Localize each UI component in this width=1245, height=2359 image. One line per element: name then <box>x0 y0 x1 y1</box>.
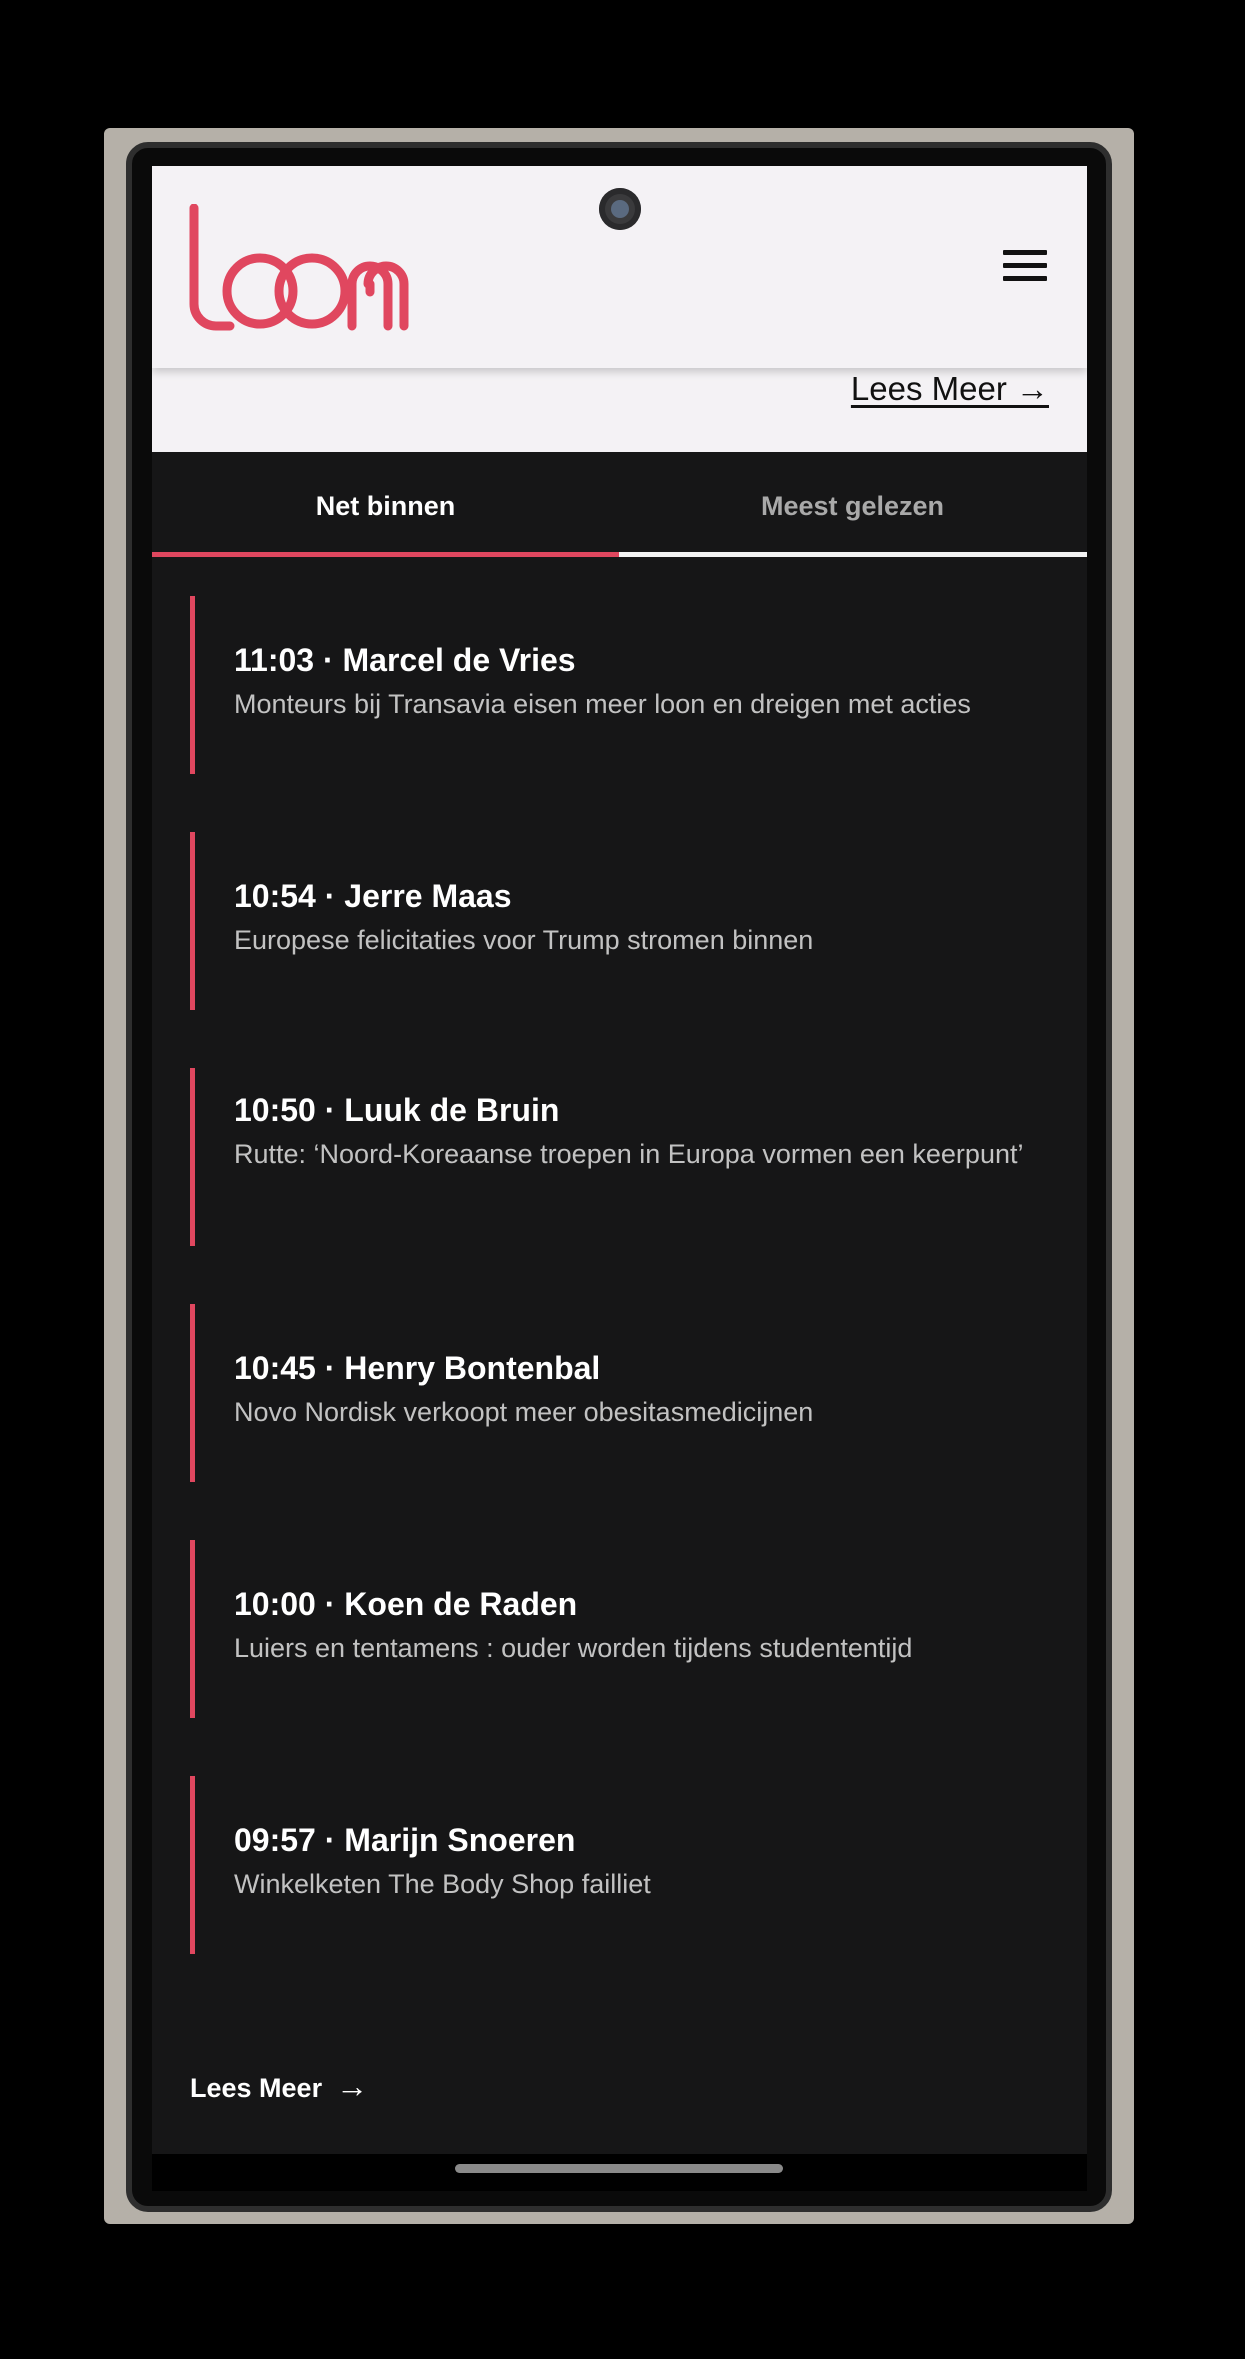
tab-bar: Net binnen Meest gelezen <box>152 452 1087 560</box>
tab-net-binnen[interactable]: Net binnen <box>152 452 619 560</box>
news-accent-bar <box>190 1776 195 1954</box>
news-headline: 10:50 · Luuk de Bruin <box>234 1092 560 1128</box>
read-more-button[interactable]: Lees Meer → <box>190 2068 368 2105</box>
tab-active-indicator <box>152 552 619 557</box>
app-header <box>152 166 1087 368</box>
news-accent-bar <box>190 832 195 1010</box>
news-item[interactable]: 10:54 · Jerre Maas Europese felicitaties… <box>190 832 1050 1010</box>
news-summary: Europese felicitaties voor Trump stromen… <box>234 925 814 955</box>
loom-logo[interactable] <box>188 204 410 332</box>
news-headline: 10:00 · Koen de Raden <box>234 1586 578 1622</box>
featured-read-more-link[interactable]: Lees Meer → <box>851 370 1049 408</box>
arrow-right-icon: → <box>336 2068 369 2104</box>
news-accent-bar <box>190 596 195 774</box>
news-headline: 10:54 · Jerre Maas <box>234 878 512 914</box>
news-summary: Novo Nordisk verkoopt meer obesitasmedic… <box>234 1397 814 1427</box>
news-item[interactable]: 09:57 · Marijn Snoeren Winkelketen The B… <box>190 1776 1050 1954</box>
news-accent-bar <box>190 1540 195 1718</box>
news-headline: 10:45 · Henry Bontenbal <box>234 1350 601 1386</box>
news-summary: Luiers en tentamens : ouder worden tijde… <box>234 1633 913 1663</box>
home-indicator[interactable] <box>455 2164 783 2173</box>
news-item[interactable]: 10:50 · Luuk de Bruin Rutte: ‘Noord-Kore… <box>190 1068 1050 1246</box>
phone-screen: Lees Meer → Net binnen Meest gelezen 11:… <box>152 166 1087 2191</box>
news-summary: Rutte: ‘Noord-Koreaanse troepen in Europ… <box>234 1139 1024 1169</box>
front-camera <box>599 188 641 230</box>
tab-inactive-indicator <box>619 552 1087 557</box>
tab-meest-gelezen[interactable]: Meest gelezen <box>619 452 1086 560</box>
hamburger-menu-icon[interactable] <box>1003 248 1051 284</box>
news-headline: 09:57 · Marijn Snoeren <box>234 1822 576 1858</box>
news-summary: Winkelketen The Body Shop failliet <box>234 1869 651 1899</box>
read-more-label: Lees Meer <box>190 2073 323 2103</box>
news-item[interactable]: 11:03 · Marcel de Vries Monteurs bij Tra… <box>190 596 1050 774</box>
news-item[interactable]: 10:00 · Koen de Raden Luiers en tentamen… <box>190 1540 1050 1718</box>
news-summary: Monteurs bij Transavia eisen meer loon e… <box>234 689 971 719</box>
news-headline: 11:03 · Marcel de Vries <box>234 642 576 678</box>
news-accent-bar <box>190 1068 195 1246</box>
news-item[interactable]: 10:45 · Henry Bontenbal Novo Nordisk ver… <box>190 1304 1050 1482</box>
news-accent-bar <box>190 1304 195 1482</box>
